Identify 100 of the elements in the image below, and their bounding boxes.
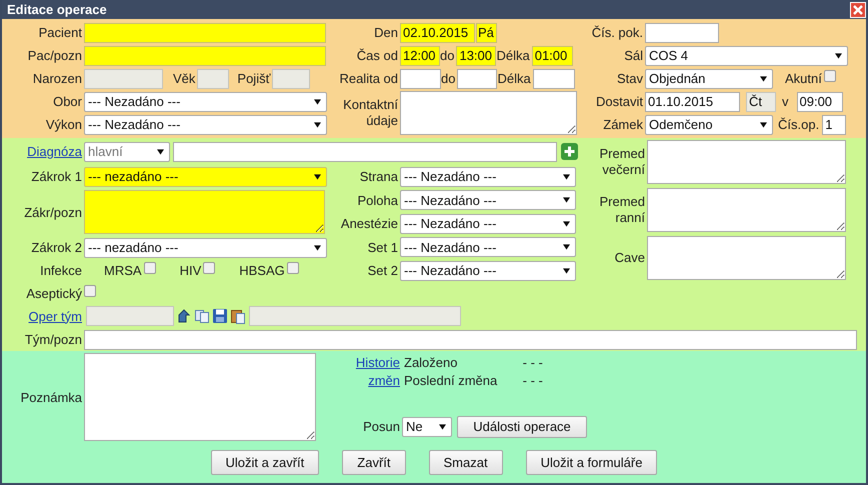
caret-icon: [563, 220, 570, 227]
procedure-dropdown[interactable]: --- nezadáno ---: [84, 238, 327, 258]
diagnosis-field[interactable]: [173, 142, 557, 162]
note-textarea[interactable]: [84, 353, 316, 441]
field-label: Zákr/pozn: [23, 204, 83, 220]
option-dropdown[interactable]: --- Nezadáno ---: [400, 260, 576, 281]
operation-number-field[interactable]: 1: [822, 114, 846, 134]
field-label: Premed ranní: [598, 194, 646, 226]
time-to-field[interactable]: 13:00: [456, 46, 496, 66]
field-label: Obor: [52, 94, 83, 109]
field-label: Poznámka: [20, 390, 83, 404]
lock-dropdown[interactable]: Odemčeno: [645, 114, 773, 134]
option-dropdown[interactable]: --- Nezadáno ---: [400, 190, 576, 210]
option-dropdown[interactable]: --- Nezadáno ---: [400, 214, 576, 234]
field-label: Cave: [614, 250, 646, 266]
clipboard-icon[interactable]: [230, 308, 246, 324]
room-number-field[interactable]: [645, 22, 719, 42]
field-label: Premed večerní: [598, 146, 646, 178]
caret-icon: [563, 268, 570, 274]
patient-field[interactable]: [84, 22, 326, 42]
procedure-dropdown[interactable]: --- Nezadáno ---: [84, 114, 327, 134]
caret-icon: [563, 197, 570, 204]
add-button[interactable]: [561, 143, 578, 160]
field-label: Čís. pok.: [590, 25, 644, 40]
premedication-textarea[interactable]: [647, 140, 846, 184]
checkbox[interactable]: [286, 262, 299, 274]
time-from-field[interactable]: 12:00: [400, 46, 440, 66]
contact-textarea[interactable]: [400, 91, 577, 135]
field-label: Dostavit: [595, 94, 644, 109]
caret-icon: [314, 174, 321, 180]
action-button[interactable]: Smazat: [428, 450, 503, 475]
duration-field[interactable]: 01:00: [532, 46, 573, 66]
actual-from-field[interactable]: [400, 68, 441, 88]
events-button[interactable]: Události operace: [457, 416, 587, 438]
action-button[interactable]: Uložit a zavřít: [210, 450, 320, 475]
weekday-field[interactable]: Pá: [476, 22, 497, 42]
date-field[interactable]: 02.10.2015: [400, 22, 475, 42]
history-link[interactable]: Historie změn: [340, 354, 400, 390]
arrival-time-field[interactable]: 09:00: [796, 92, 842, 112]
field-label: Výkon: [44, 117, 83, 132]
patient-note-field[interactable]: [84, 46, 326, 66]
premedication-textarea[interactable]: [647, 236, 846, 280]
checkbox[interactable]: [203, 262, 216, 274]
checkbox[interactable]: [824, 70, 836, 82]
team-note-field[interactable]: [84, 330, 857, 350]
info-value: - - -: [522, 373, 543, 388]
theatre-dropdown[interactable]: COS 4: [645, 46, 848, 66]
checkbox-label: MRSA: [104, 263, 143, 278]
info-value: - - -: [522, 355, 543, 370]
shift-dropdown[interactable]: Ne: [402, 416, 452, 436]
arrow-icon[interactable]: [176, 308, 192, 324]
info-label: Poslední změna: [404, 372, 498, 390]
info-label: Založeno: [404, 354, 458, 372]
caret-icon: [760, 76, 767, 82]
field-label: Pojišť: [237, 71, 272, 86]
caret-icon: [439, 424, 446, 430]
field-label: Anestézie: [340, 216, 399, 232]
team-link[interactable]: Oper tým: [28, 308, 82, 324]
actual-duration-field[interactable]: [532, 68, 575, 88]
field-label: Narozen: [32, 71, 83, 86]
field-label: Věk: [173, 71, 196, 86]
caret-icon: [157, 148, 164, 154]
action-button[interactable]: Zavřít: [342, 450, 406, 475]
checkbox[interactable]: [84, 285, 96, 297]
caret-icon: [314, 244, 321, 250]
field-label: Set 1: [366, 240, 399, 255]
close-button[interactable]: [850, 2, 866, 18]
premedication-textarea[interactable]: [647, 188, 846, 232]
caret-icon: [835, 52, 842, 58]
field-label: Set 2: [366, 263, 399, 278]
field-label: Stav: [616, 71, 644, 86]
field-label: Kontaktní údaje: [342, 97, 399, 129]
field-label: Akutní: [785, 71, 823, 86]
option-dropdown[interactable]: --- Nezadáno ---: [400, 237, 576, 258]
field-label: Tým/pozn: [24, 332, 83, 347]
field-label: v: [782, 94, 790, 109]
caret-icon: [314, 122, 321, 128]
field-label: Čís.op.: [778, 117, 820, 132]
caret-icon: [760, 122, 767, 128]
diagnosis-link[interactable]: Diagnóza: [27, 144, 82, 159]
field-label: Zámek: [602, 117, 644, 132]
status-dropdown[interactable]: Objednán: [645, 68, 773, 88]
department-dropdown[interactable]: --- Nezadáno ---: [84, 92, 327, 112]
field-label: Poloha: [356, 192, 399, 208]
field-label: Infekce: [39, 263, 83, 278]
procedure-note-textarea[interactable]: [84, 190, 325, 234]
action-button[interactable]: Uložit a formuláře: [526, 450, 658, 475]
procedure-dropdown[interactable]: --- nezadáno ---: [84, 166, 327, 186]
option-dropdown[interactable]: --- Nezadáno ---: [400, 166, 576, 187]
field-label: Zákrok 1: [30, 169, 83, 184]
copy-icon[interactable]: [194, 308, 210, 324]
field-label: Délka: [497, 71, 532, 86]
checkbox[interactable]: [144, 262, 156, 274]
close-icon: [852, 4, 864, 16]
caret-icon: [563, 244, 570, 250]
actual-to-field[interactable]: [457, 68, 498, 88]
checkbox-label: HBSAG: [239, 263, 286, 278]
field-label: Délka: [496, 48, 531, 63]
arrival-date-field[interactable]: 01.10.2015: [645, 92, 740, 112]
field-label: Pac/pozn: [26, 48, 83, 63]
